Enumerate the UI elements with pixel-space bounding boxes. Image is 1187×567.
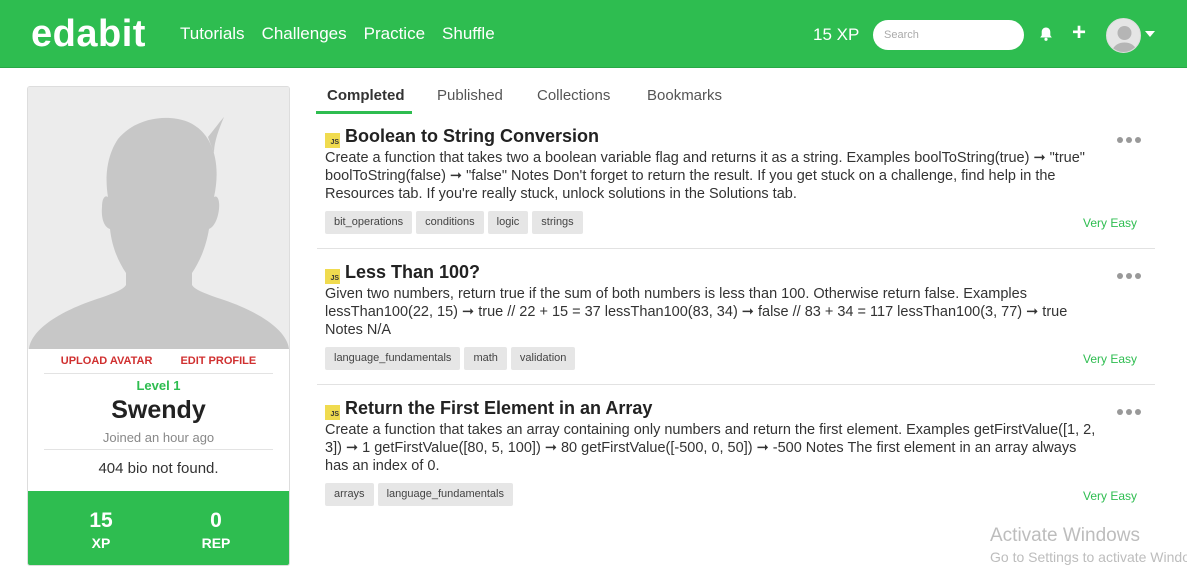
active-tab-indicator <box>316 111 412 114</box>
javascript-icon: JS <box>325 405 340 420</box>
tag[interactable]: language_fundamentals <box>377 483 513 506</box>
level-label: Level 1 <box>136 378 181 393</box>
stats-bar: 15 XP 0 REP <box>28 491 289 565</box>
javascript-icon: JS <box>325 269 340 284</box>
activation-watermark-subtitle[interactable]: Go to Settings to activate Windows. <box>990 549 1187 565</box>
challenge-tags: language_fundamentals math validation <box>325 347 576 370</box>
divider <box>44 373 273 374</box>
difficulty-label: Very Easy <box>1083 216 1138 230</box>
tag[interactable]: validation <box>510 347 576 370</box>
nav-tutorials[interactable]: Tutorials <box>180 24 245 44</box>
stat-rep-value: 0 <box>210 509 222 532</box>
challenge-item: JS Less Than 100? Given two numbers, ret… <box>317 262 1155 374</box>
search-input[interactable] <box>873 20 1024 50</box>
tag[interactable]: math <box>464 347 507 370</box>
challenge-description: Given two numbers, return true if the su… <box>325 286 1068 338</box>
edit-profile-link[interactable]: EDIT PROFILE <box>180 355 256 367</box>
nav-practice[interactable]: Practice <box>364 24 425 44</box>
more-options-icon[interactable] <box>1117 137 1143 143</box>
tag[interactable]: arrays <box>325 483 374 506</box>
profile-avatar <box>28 87 289 349</box>
stat-xp-value: 15 <box>89 509 113 532</box>
more-options-icon[interactable] <box>1117 273 1143 279</box>
upload-avatar-link[interactable]: UPLOAD AVATAR <box>61 355 153 367</box>
challenge-tags: arrays language_fundamentals <box>325 483 513 506</box>
brand-logo[interactable]: edabit <box>31 13 146 56</box>
tag[interactable]: language_fundamentals <box>325 347 461 370</box>
tag[interactable]: bit_operations <box>325 211 413 234</box>
challenge-item: JS Return the First Element in an Array … <box>317 398 1155 510</box>
stat-rep: 0 REP <box>186 509 246 551</box>
nav-challenges[interactable]: Challenges <box>262 24 347 44</box>
activation-watermark-title: Activate Windows <box>990 525 1140 546</box>
difficulty-label: Very Easy <box>1083 489 1138 503</box>
top-navbar: edabit Tutorials Challenges Practice Shu… <box>0 0 1187 68</box>
xp-counter: 15 XP <box>813 25 860 44</box>
joined-text: Joined an hour ago <box>102 430 215 445</box>
challenge-item: JS Boolean to String Conversion Create a… <box>317 126 1155 238</box>
username: Swendy <box>111 396 206 424</box>
caret-down-icon[interactable] <box>1145 31 1155 37</box>
challenge-title[interactable]: Less Than 100? <box>345 262 480 283</box>
more-options-icon[interactable] <box>1117 409 1143 415</box>
challenge-title[interactable]: Return the First Element in an Array <box>345 398 652 419</box>
stat-xp-label: XP <box>91 535 111 551</box>
tag[interactable]: conditions <box>416 211 484 234</box>
divider <box>317 248 1155 249</box>
challenge-description: Create a function that takes an array co… <box>325 422 1096 474</box>
tab-bookmarks[interactable]: Bookmarks <box>647 87 722 104</box>
profile-card: UPLOAD AVATAR EDIT PROFILE Level 1 Swend… <box>27 86 290 566</box>
stat-xp: 15 XP <box>71 509 131 551</box>
main-nav: Tutorials Challenges Practice Shuffle <box>180 24 495 44</box>
bio-text: 404 bio not found. <box>98 460 219 477</box>
tab-completed[interactable]: Completed <box>327 87 405 104</box>
divider <box>44 449 273 450</box>
javascript-icon: JS <box>325 133 340 148</box>
challenge-title[interactable]: Boolean to String Conversion <box>345 126 599 147</box>
tab-published[interactable]: Published <box>437 87 503 104</box>
stat-rep-label: REP <box>201 535 231 551</box>
user-avatar-icon[interactable] <box>1106 18 1141 53</box>
tab-collections[interactable]: Collections <box>537 87 610 104</box>
challenge-tags: bit_operations conditions logic strings <box>325 211 583 234</box>
nav-shuffle[interactable]: Shuffle <box>442 24 495 44</box>
plus-icon[interactable]: + <box>1072 21 1086 45</box>
tag[interactable]: logic <box>487 211 529 234</box>
difficulty-label: Very Easy <box>1083 352 1138 366</box>
profile-links: UPLOAD AVATAR EDIT PROFILE <box>28 355 289 367</box>
divider <box>317 384 1155 385</box>
challenge-description: Create a function that takes two a boole… <box>325 150 1085 202</box>
bell-icon[interactable] <box>1038 26 1054 42</box>
tag[interactable]: strings <box>532 211 583 234</box>
